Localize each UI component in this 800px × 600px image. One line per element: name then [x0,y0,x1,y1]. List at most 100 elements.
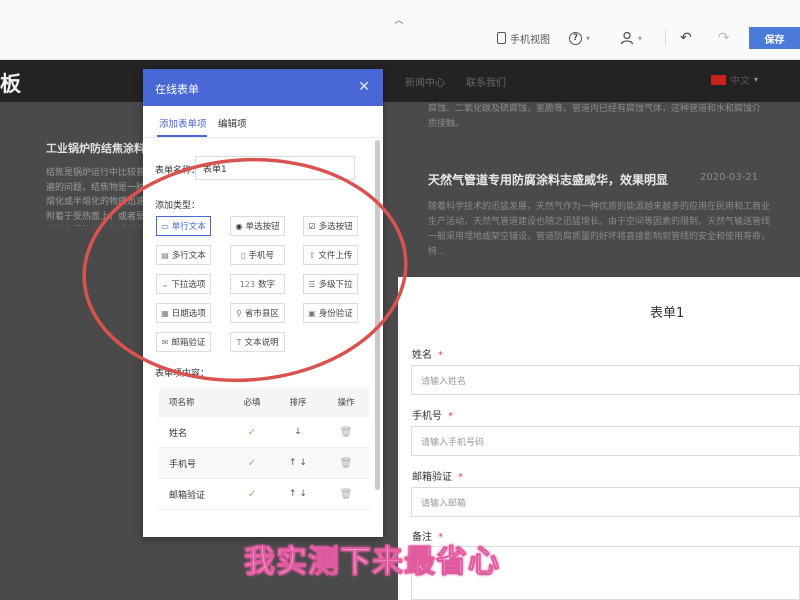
radio-icon: ◉ [235,221,243,231]
type-label: 数字 [258,280,276,290]
type-dropdown-button[interactable]: ⌄ 下拉选项 [156,274,211,294]
type-text-description-button[interactable]: T 文本说明 [230,332,285,352]
article-excerpt: 结焦是锅炉运行中比较普遍的问题，结焦物是一种熔化或半熔化的物质迅速附着于受热面上… [46,168,146,222]
table-row: 姓名 ✓ ↓ 🗑 [159,417,369,448]
sort-arrows[interactable]: ↑ ↓ [273,489,323,499]
language-label: 中文 [730,76,750,87]
text-icon: T [236,337,242,347]
chevron-down-icon: ▾ [586,33,591,43]
tab-add-item[interactable]: 添加表单项 [159,116,207,130]
undo-icon[interactable]: ↶ [680,27,692,49]
item-name: 姓名 [169,428,188,439]
type-label: 下拉选项 [171,280,206,290]
input-placeholder: 请输入邮箱 [421,498,467,509]
collapse-arrow-icon[interactable]: ︿ [389,16,409,26]
type-label: 身份验证 [318,309,353,319]
name-input[interactable]: 请输入姓名 [411,365,800,395]
chevron-down-icon: ▾ [754,75,759,84]
type-radio-button[interactable]: ◉ 单选按钮 [230,216,285,236]
type-label: 文件上传 [318,251,353,261]
news-date: 2020-03-21 [700,172,759,183]
email-input[interactable]: 请输入邮箱 [411,487,800,517]
required-check-icon[interactable]: ✓ [231,489,273,500]
sort-arrows[interactable]: ↑ ↓ [273,458,323,468]
sort-arrows[interactable]: ↓ [273,427,323,437]
text-field-icon: ▭ [161,221,169,231]
input-placeholder: 请输入姓名 [421,376,467,387]
input-placeholder: 请输入手机号码 [421,437,485,448]
type-date-button[interactable]: ▦ 日期选项 [156,303,211,323]
dropdown-icon: ⌄ [161,279,169,289]
type-phone-button[interactable]: ▯ 手机号 [230,245,285,265]
user-menu-button[interactable]: ▾ [620,27,642,49]
type-single-line-text-button[interactable]: ▭ 单行文本 [156,216,211,236]
news-excerpt: 随着科学技术的迅猛发展，天然气作为一种优质的能源越来越多的应用在民用和工商业生产… [428,202,771,257]
cascade-icon: ☰ [308,279,316,289]
required-mark: * [438,350,443,361]
form-items-table: 项名称 必填 排序 操作 姓名 ✓ ↓ 🗑 手机号 ✓ ↑ ↓ 🗑 邮箱验证 ✓… [159,387,369,510]
checkbox-icon: ☑ [308,221,316,231]
form-name-input[interactable]: 表单1 [195,156,355,180]
column-header: 必填 [243,398,261,408]
type-checkbox-button[interactable]: ☑ 多选按钮 [303,216,358,236]
video-caption: 我实测下来最省心 [244,544,500,581]
dialog-scrollbar[interactable] [375,140,380,490]
field-label-text: 邮箱验证 [412,472,452,483]
mobile-view-button[interactable]: 手机视图 [497,27,550,49]
required-check-icon[interactable]: ✓ [231,458,273,469]
type-email-verify-button[interactable]: ✉ 邮箱验证 [156,332,211,352]
table-row: 手机号 ✓ ↑ ↓ 🗑 [159,448,369,479]
type-number-button[interactable]: 123 数字 [230,274,285,294]
type-file-upload-button[interactable]: ⇧ 文件上传 [303,245,358,265]
field-label-email: 邮箱验证 * [412,468,463,483]
column-header: 操作 [337,398,355,408]
close-icon[interactable]: ✕ [358,79,370,95]
table-header: 项名称 必填 排序 操作 [159,387,369,417]
column-header: 项名称 [169,398,195,408]
type-label: 邮箱验证 [171,338,206,348]
language-switcher[interactable]: 中文 ▾ [711,72,758,87]
save-button[interactable]: 保存 [749,27,800,49]
nav-item-news[interactable]: 新闻中心 [405,74,445,89]
china-flag-icon [711,74,726,85]
online-form-dialog: 在线表单 ✕ 添加表单项 编辑项 表单名称： 表单1 添加类型： ▭ 单行文本 … [143,69,383,537]
nav-item-contact[interactable]: 联系我们 [466,74,506,89]
article-excerpt: 腐蚀、二氧化碳及硫腐蚀，氢脆等。管道内已经有腐蚀气体，这种管道和水和腐蚀介质接触… [428,104,762,129]
trash-icon[interactable]: 🗑 [323,458,369,469]
trash-icon[interactable]: 🗑 [323,427,369,438]
article-title[interactable]: 工业锅炉防结焦涂料： [46,140,156,156]
redo-icon[interactable]: ↷ [718,27,730,49]
dialog-header: 在线表单 ✕ [143,69,383,106]
tab-edit-item[interactable]: 编辑项 [218,116,247,130]
upload-icon: ⇧ [308,250,316,260]
type-id-verify-button[interactable]: ▣ 身份验证 [303,303,358,323]
add-type-label: 添加类型： [155,201,201,211]
type-cascade-dropdown-button[interactable]: ☰ 多级下拉 [303,274,358,294]
type-multi-line-text-button[interactable]: ▤ 多行文本 [156,245,211,265]
phone-icon: ▯ [241,250,246,260]
editor-toolbar: ︿ 手机视图 ? ▾ ▾ ↶ ↷ 保存 [0,0,800,60]
user-icon [620,31,634,45]
column-header: 排序 [289,398,307,408]
required-check-icon[interactable]: ✓ [231,427,273,438]
type-label: 文本说明 [244,338,279,348]
field-label-text: 姓名 [412,350,432,361]
type-label: 日期选项 [171,309,206,319]
item-name: 邮箱验证 [169,490,206,501]
help-button[interactable]: ? ▾ [569,27,590,49]
type-region-button[interactable]: ⚲ 省市县区 [230,303,285,323]
phone-input[interactable]: 请输入手机号码 [411,426,800,456]
calendar-icon: ▦ [161,308,169,318]
form-name-label: 表单名称： [155,166,201,176]
chevron-down-icon: ▾ [638,33,643,43]
news-title[interactable]: 天然气管道专用防腐涂料志盛威华，效果明显 [428,171,668,188]
trash-icon[interactable]: 🗑 [323,489,369,500]
type-label: 多行文本 [171,251,206,261]
location-icon: ⚲ [236,308,242,318]
mail-icon: ✉ [161,337,169,347]
question-circle-icon: ? [569,31,582,45]
tabs-divider [143,137,383,138]
type-label: 单行文本 [171,222,206,232]
type-label: 多级下拉 [318,280,353,290]
form-name-value: 表单1 [203,164,227,175]
